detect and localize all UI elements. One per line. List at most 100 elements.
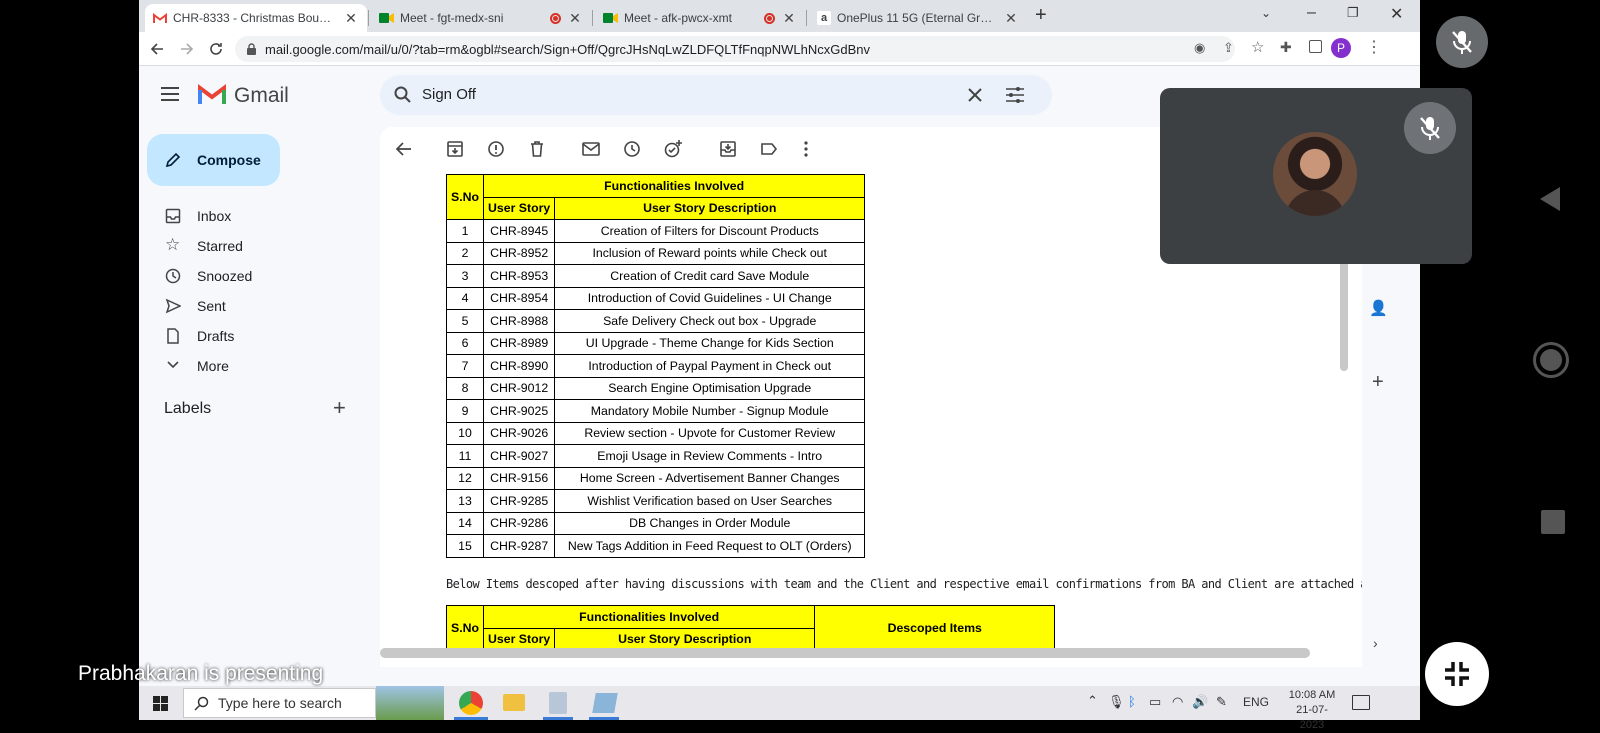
chrome-icon[interactable] xyxy=(459,691,483,715)
volume-icon[interactable]: 🔊 xyxy=(1192,694,1208,710)
archive-icon[interactable] xyxy=(445,139,465,159)
row-description: DB Changes in Order Module xyxy=(554,511,866,535)
sno-header: S.No xyxy=(445,605,485,651)
app-icon[interactable] xyxy=(592,693,618,713)
sidebar-item-starred[interactable]: ☆ Starred xyxy=(139,231,359,261)
inbox-icon xyxy=(165,208,181,224)
share-icon[interactable]: ⇪ xyxy=(1223,40,1234,56)
tab-amazon[interactable]: a OnePlus 11 5G (Eternal Green, 8G ✕ xyxy=(809,4,1027,32)
bookmark-star-icon[interactable]: ☆ xyxy=(1251,38,1264,56)
hamburger-menu-icon[interactable] xyxy=(161,87,179,101)
file-explorer-icon[interactable] xyxy=(503,694,525,711)
search-icon[interactable] xyxy=(394,86,412,104)
row-description: Review section - Upvote for Customer Rev… xyxy=(554,421,866,445)
move-to-icon[interactable] xyxy=(718,139,738,159)
windows-start-icon[interactable] xyxy=(153,696,168,711)
table-row: 12 CHR-9156 Home Screen - Advertisement Ba… xyxy=(445,466,866,490)
vertical-scrollbar[interactable] xyxy=(1340,261,1348,371)
new-tab-icon[interactable]: + xyxy=(1035,4,1047,27)
close-tab-icon[interactable]: ✕ xyxy=(343,10,359,27)
sidebar-item-sent[interactable]: Sent xyxy=(139,291,359,321)
row-sno: 3 xyxy=(445,264,485,288)
description-header: User Story Description xyxy=(554,196,866,220)
sidebar-item-snoozed[interactable]: Snoozed xyxy=(139,261,359,291)
url-text: mail.google.com/mail/u/0/?tab=rm&ogbl#se… xyxy=(265,41,870,57)
restore-icon[interactable]: ❐ xyxy=(1347,5,1359,21)
side-panel-icon[interactable] xyxy=(1309,40,1322,53)
horizontal-scrollbar[interactable] xyxy=(380,648,1310,658)
mic-muted-button[interactable] xyxy=(1436,16,1488,68)
close-tab-icon[interactable]: ✕ xyxy=(1003,10,1019,27)
descope-note: Below Items descoped after having discus… xyxy=(446,577,1362,591)
profile-avatar[interactable]: P xyxy=(1331,38,1351,58)
language-indicator[interactable]: ENG xyxy=(1243,695,1269,709)
battery-icon[interactable]: ▭ xyxy=(1149,694,1161,710)
notepad-icon[interactable] xyxy=(549,692,567,714)
tab-meet-2[interactable]: Meet - afk-pwcx-xmt ✕ xyxy=(595,4,805,32)
draft-icon xyxy=(167,328,179,344)
contacts-icon[interactable]: 👤 xyxy=(1369,299,1388,317)
row-user-story: CHR-9287 xyxy=(483,534,556,558)
delete-icon[interactable] xyxy=(527,139,547,159)
mark-unread-icon[interactable] xyxy=(581,139,601,159)
snooze-icon[interactable] xyxy=(622,139,642,159)
add-label-icon[interactable]: + xyxy=(333,395,346,421)
row-description: Wishlist Verification based on User Sear… xyxy=(554,489,866,513)
tab-search-icon[interactable]: ⌄ xyxy=(1261,6,1271,20)
descoped-items-table: S.No Functionalities Involved Descoped I… xyxy=(445,605,1056,651)
android-recents-icon[interactable] xyxy=(1541,510,1565,534)
search-input[interactable]: Sign Off xyxy=(422,86,476,103)
row-description: New Tags Addition in Feed Request to OLT… xyxy=(554,534,866,558)
back-to-search-icon[interactable] xyxy=(394,139,414,159)
bluetooth-icon[interactable]: ᛒ xyxy=(1128,694,1136,709)
row-description: UI Upgrade - Theme Change for Kids Secti… xyxy=(554,331,866,355)
user-stories-table: S.No Functionalities Involved User Story… xyxy=(445,174,866,558)
microphone-icon[interactable]: 🎙 xyxy=(1108,694,1125,710)
exit-fullscreen-button[interactable] xyxy=(1425,642,1489,706)
taskbar-search[interactable]: Type here to search xyxy=(183,688,376,718)
add-to-tasks-icon[interactable] xyxy=(663,139,683,159)
user-story-header: User Story xyxy=(483,196,556,220)
tab-meet-1[interactable]: Meet - fgt-medx-sni ✕ xyxy=(371,4,591,32)
report-spam-icon[interactable] xyxy=(486,139,506,159)
participant-mic-muted xyxy=(1404,102,1456,154)
minimize-icon[interactable]: – xyxy=(1307,4,1316,22)
close-window-icon[interactable]: ✕ xyxy=(1390,4,1403,24)
more-options-icon[interactable] xyxy=(796,139,816,159)
clock[interactable]: 10:08 AM 21-07-2023 xyxy=(1285,688,1339,733)
table-row: 9 CHR-9025 Mandatory Mobile Number - Signu… xyxy=(445,399,866,423)
tab-gmail[interactable]: CHR-8333 - Christmas Bounty Sa ✕ xyxy=(145,4,367,32)
close-tab-icon[interactable]: ✕ xyxy=(781,10,797,27)
participant-avatar xyxy=(1273,132,1357,216)
label-icon[interactable] xyxy=(759,139,779,159)
sidebar-item-inbox[interactable]: Inbox xyxy=(139,201,359,231)
android-back-icon[interactable] xyxy=(1538,185,1562,213)
search-bar[interactable]: Sign Off xyxy=(380,75,1052,115)
row-user-story: CHR-9027 xyxy=(483,444,556,468)
row-sno: 8 xyxy=(445,376,485,400)
mic-off-icon xyxy=(1420,117,1440,140)
compose-button[interactable]: Compose xyxy=(147,134,280,186)
functionalities-header: Functionalities Involved xyxy=(483,605,816,629)
android-home-icon[interactable] xyxy=(1533,342,1569,378)
pen-icon[interactable]: ✎ xyxy=(1216,694,1227,710)
notifications-icon[interactable] xyxy=(1352,695,1370,710)
forward-icon[interactable] xyxy=(179,41,195,57)
close-tab-icon[interactable]: ✕ xyxy=(567,10,583,27)
sidebar-item-more[interactable]: More xyxy=(139,351,359,381)
eye-icon[interactable]: ◉ xyxy=(1194,40,1205,56)
back-icon[interactable] xyxy=(149,41,165,57)
address-bar[interactable]: mail.google.com/mail/u/0/?tab=rm&ogbl#se… xyxy=(235,36,1235,62)
get-addons-icon[interactable]: + xyxy=(1372,371,1384,394)
clear-search-icon[interactable] xyxy=(968,88,982,102)
wifi-icon[interactable]: ◠ xyxy=(1172,694,1183,710)
sidebar-item-drafts[interactable]: Drafts xyxy=(139,321,359,351)
reload-icon[interactable] xyxy=(208,41,224,57)
browser-menu-icon[interactable]: ⋮ xyxy=(1366,37,1382,57)
show-side-panel-icon[interactable]: › xyxy=(1373,635,1378,651)
meet-icon xyxy=(603,13,618,23)
show-hidden-icons-icon[interactable]: ⌃ xyxy=(1087,693,1098,709)
search-options-icon[interactable] xyxy=(1006,87,1024,103)
extensions-icon[interactable]: ✚ xyxy=(1280,39,1292,56)
tab-title: CHR-8333 - Christmas Bounty Sa xyxy=(173,11,337,25)
